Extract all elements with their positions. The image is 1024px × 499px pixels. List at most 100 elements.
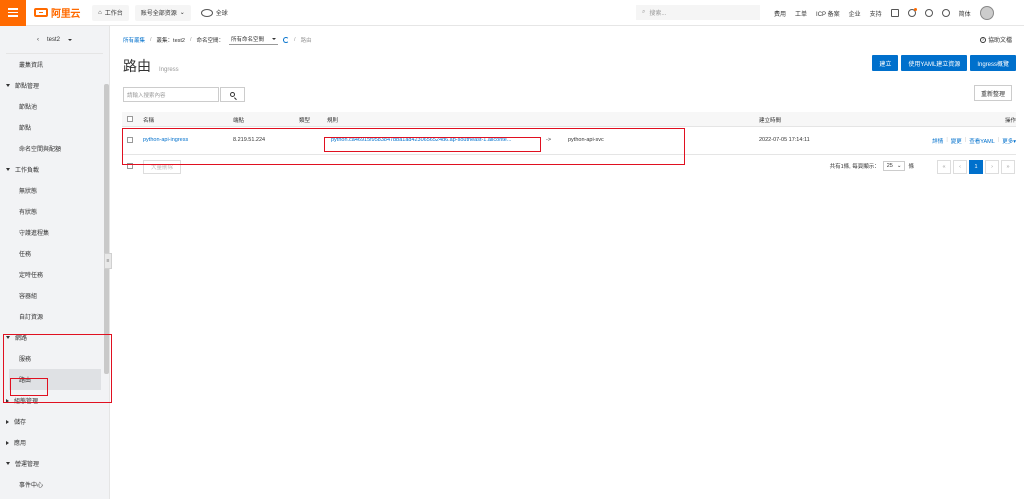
page-size-unit: 條 [908, 164, 914, 170]
ingress-overview-button[interactable]: Ingress概覽 [970, 55, 1016, 71]
sidebar-group-17[interactable]: 儲存 [0, 411, 109, 432]
sidebar-item-4[interactable]: 命名空間與配額 [0, 138, 109, 159]
sidebar-item-7[interactable]: 有狀態 [0, 201, 109, 222]
main-content: 所有叢集 / 叢集：test2 / 命名空間： 所有命名空間 / 路由 ? 協助… [110, 26, 1024, 499]
select-all-checkbox[interactable] [127, 116, 133, 122]
sidebar-label: 任務 [19, 252, 32, 258]
help-docs-link[interactable]: ? 協助文檔 [979, 35, 1012, 44]
view-yaml-link[interactable]: 查看YAML [969, 137, 995, 145]
sidebar-item-20[interactable]: 事件中心 [0, 474, 109, 495]
page-1-button[interactable]: 1 [969, 160, 983, 174]
yaml-create-button[interactable]: 使用YAML建立資源 [901, 55, 968, 71]
more-dropdown[interactable]: 更多▾ [1002, 137, 1016, 145]
namespace-value: 所有命名空間 [231, 37, 265, 43]
breadcrumb: 所有叢集 / 叢集：test2 / 命名空間： 所有命名空間 / 路由 [123, 35, 312, 45]
caret-down-icon [68, 38, 72, 41]
sidebar-item-2[interactable]: 節點池 [0, 96, 109, 117]
help-icon[interactable] [941, 9, 950, 17]
sidebar-item-11[interactable]: 容器組 [0, 285, 109, 306]
last-page-button[interactable]: » [1001, 160, 1015, 174]
sidebar-label: 工作負載 [15, 168, 40, 174]
sidebar-label: 節點 [19, 126, 32, 132]
breadcrumb-all-clusters[interactable]: 所有叢集 [123, 36, 145, 44]
prev-page-button[interactable]: ‹ [953, 160, 967, 174]
page-subtitle: Ingress [159, 67, 179, 73]
menu-icon[interactable] [0, 0, 26, 26]
namespace-label: 命名空間： [196, 38, 225, 44]
sidebar-item-3[interactable]: 節點 [0, 117, 109, 138]
sidebar-group-5[interactable]: 工作負載 [0, 159, 109, 180]
sidebar: ‹ test2 叢集資訊節點管理節點池節點命名空間與配額工作負載無狀態 有狀態 守護… [0, 26, 110, 499]
resources-label: 账号全部资源 [140, 11, 177, 17]
sidebar-label: 節點管理 [15, 84, 40, 90]
breadcrumb-separator: / [189, 37, 192, 43]
sidebar-label: 自訂資源 [19, 315, 44, 321]
sidebar-label: 節點池 [19, 105, 38, 111]
col-created: 建立時間 [759, 118, 782, 124]
chevron-down-icon: ⌄ [896, 163, 902, 169]
workbench-button[interactable]: ⌂ 工作台 [92, 4, 129, 21]
terminal-icon[interactable] [890, 9, 899, 17]
page-size-value: 25 [886, 163, 893, 169]
sidebar-item-0[interactable]: 叢集資訊 [0, 54, 109, 75]
sidebar-item-9[interactable]: 任務 [0, 243, 109, 264]
link-enterprise[interactable]: 企业 [849, 9, 861, 18]
link-ticket[interactable]: 工单 [795, 9, 807, 18]
col-rule: 規則 [327, 118, 339, 124]
sidebar-item-10[interactable]: 定時任務 [0, 264, 109, 285]
language-switch[interactable]: 简体 [959, 9, 971, 18]
region-selector[interactable]: 全球 [200, 8, 228, 17]
edit-link[interactable]: 變更 [951, 137, 962, 145]
sidebar-label: 營運管理 [15, 462, 40, 468]
global-search-input[interactable]: ⌕ 搜索... [636, 5, 760, 20]
logo-text: 阿里云 [51, 9, 81, 20]
sidebar-label: 事件中心 [19, 483, 44, 489]
divider: | [997, 137, 1000, 143]
page-size-select[interactable]: 25 ⌄ [882, 161, 906, 171]
link-billing[interactable]: 费用 [774, 9, 786, 18]
link-support[interactable]: 支持 [870, 9, 882, 18]
scrollbar-thumb[interactable] [104, 84, 109, 374]
logo-icon [34, 8, 48, 17]
chevron-down-icon: ▾ [1013, 139, 1016, 145]
sidebar-item-12[interactable]: 自訂資源 [0, 306, 109, 327]
sidebar-scrollbar[interactable] [103, 54, 109, 499]
cluster-switcher[interactable]: ‹ test2 [6, 26, 103, 54]
sidebar-group-1[interactable]: 節點管理 [0, 75, 109, 96]
namespace-select[interactable]: 所有命名空間 [229, 35, 279, 45]
lightbulb-icon[interactable] [924, 9, 933, 17]
divider: | [946, 137, 948, 143]
breadcrumb-current: 路由 [300, 38, 312, 44]
col-type: 類型 [299, 118, 311, 124]
search-input[interactable]: 請輸入搜索內容 [123, 87, 219, 102]
refresh-button[interactable]: 重新整理 [973, 85, 1012, 101]
breadcrumb-separator: / [294, 37, 296, 43]
next-page-button[interactable]: › [985, 160, 999, 174]
caret-down-icon [6, 84, 10, 87]
caret-down-icon [6, 462, 10, 465]
sidebar-item-8[interactable]: 守護進程集 [0, 222, 109, 243]
create-button[interactable]: 建立 [872, 55, 899, 71]
search-button[interactable] [220, 87, 245, 102]
divider: | [964, 137, 967, 143]
link-icp[interactable]: ICP 备案 [816, 9, 840, 18]
first-page-button[interactable]: « [937, 160, 951, 174]
sidebar-label: 儲存 [14, 420, 27, 426]
details-link[interactable]: 詳情 [932, 137, 943, 145]
sidebar-item-6[interactable]: 無狀態 [0, 180, 109, 201]
sidebar-group-19[interactable]: 營運管理 [0, 453, 109, 474]
avatar[interactable] [979, 6, 994, 20]
resources-dropdown[interactable]: 账号全部资源 ⌄ [134, 4, 191, 21]
top-links: 费用 工单 ICP 备案 企业 支持 简体 [774, 0, 994, 26]
refresh-icon[interactable] [283, 37, 290, 43]
logo[interactable]: 阿里云 [34, 0, 80, 26]
region-label: 全球 [215, 11, 228, 17]
workbench-label: 工作台 [104, 11, 123, 17]
highlight-rule-host [324, 137, 541, 152]
sidebar-group-18[interactable]: 應用 [0, 432, 109, 453]
sidebar-label: 應用 [14, 441, 27, 447]
more-label: 更多 [1002, 139, 1014, 145]
col-endpoint: 端點 [233, 118, 245, 124]
back-arrow-icon[interactable]: ‹ [37, 37, 39, 43]
bell-icon[interactable] [907, 8, 917, 17]
